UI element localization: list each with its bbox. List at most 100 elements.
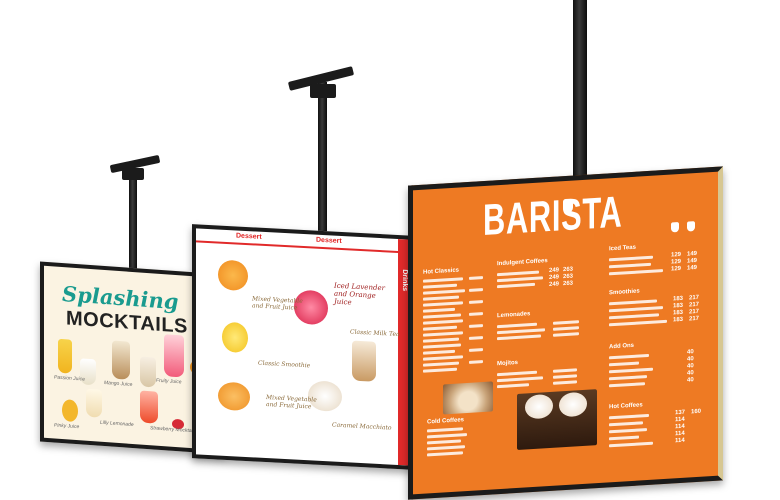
price: 137 xyxy=(675,409,686,417)
ceiling-pole-right xyxy=(573,0,587,186)
lemon-fruit xyxy=(222,321,248,354)
price: 114 xyxy=(675,416,685,424)
price: 129 xyxy=(671,258,682,266)
price: 114 xyxy=(675,437,685,445)
menu-line xyxy=(469,312,483,316)
menu-line xyxy=(553,332,579,337)
coffee-cup-icon xyxy=(671,222,679,233)
price: 149 xyxy=(687,264,698,272)
menu-line xyxy=(609,375,647,381)
section-add-ons: Add Ons xyxy=(609,342,634,351)
menu-line xyxy=(423,367,457,373)
price: 249 xyxy=(549,267,560,275)
drink-label: Lilly Lemonade xyxy=(100,419,134,429)
menu-line xyxy=(609,269,663,276)
price: 40 xyxy=(687,363,694,370)
bracket-left-mount xyxy=(122,168,144,180)
menu-line xyxy=(497,282,535,289)
section-indulgent-coffees: Indulgent Coffees xyxy=(497,258,548,268)
price: 217 xyxy=(689,315,700,323)
coffee-cup-icon xyxy=(563,198,573,214)
menu-line xyxy=(423,301,463,307)
menu-line xyxy=(609,361,639,367)
dessert-item: Caramel Macchiato xyxy=(332,421,392,432)
drinks-side-label: Drinks xyxy=(401,269,408,292)
dessert-header: Dessert xyxy=(236,232,262,241)
menu-line xyxy=(469,276,483,280)
menu-line xyxy=(553,374,577,379)
menu-line xyxy=(609,262,651,269)
menu-line xyxy=(609,382,645,388)
dessert-item: Iced Lavender and Orange Juice xyxy=(334,281,385,307)
menu-line xyxy=(497,322,537,329)
menu-line xyxy=(553,368,577,373)
menu-line xyxy=(609,306,663,313)
menu-line xyxy=(497,370,537,377)
ceiling-pole-left xyxy=(129,168,137,276)
menu-line xyxy=(609,421,643,427)
price: 129 xyxy=(671,251,682,259)
menu-line xyxy=(497,328,545,335)
price: 263 xyxy=(563,266,574,274)
menu-line xyxy=(497,276,543,283)
dessert-item: Mixed Vegetable and Fruit Juice xyxy=(266,394,317,411)
menu-line xyxy=(469,360,483,364)
price: 129 xyxy=(671,265,682,273)
menu-line xyxy=(553,380,577,385)
menu-line xyxy=(609,367,653,374)
menu-line xyxy=(609,353,649,360)
coffee-photo xyxy=(443,381,493,415)
menu-line xyxy=(423,319,463,325)
barista-screen: BARISTA Hot Classics Cold Coffees Indulg… xyxy=(408,166,723,500)
menu-line xyxy=(423,313,461,319)
section-hot-classics: Hot Classics xyxy=(423,267,460,276)
menu-line xyxy=(423,325,457,331)
coffee-cup-icon xyxy=(687,221,695,232)
section-mojitos: Mojitos xyxy=(497,359,518,368)
pineapple xyxy=(62,399,78,423)
drink-glass xyxy=(86,388,102,418)
price: 40 xyxy=(687,356,694,363)
menu-line xyxy=(497,270,539,277)
dessert-item: Classic Smoothie xyxy=(258,359,311,370)
menu-line xyxy=(609,299,657,306)
menu-line xyxy=(423,361,459,367)
price: 217 xyxy=(689,301,700,309)
price: 114 xyxy=(675,430,685,438)
menu-line xyxy=(469,288,483,292)
orange-fruit xyxy=(218,259,248,292)
menu-line xyxy=(469,324,483,328)
menu-line xyxy=(497,383,529,389)
price: 183 xyxy=(673,302,684,310)
drink-label: Pinky Juice xyxy=(54,422,80,431)
price: 114 xyxy=(675,423,685,431)
menu-line xyxy=(553,326,579,331)
price: 40 xyxy=(687,349,694,356)
section-lemonades: Lemonades xyxy=(497,311,531,320)
price: 40 xyxy=(687,377,694,384)
price: 217 xyxy=(689,308,700,316)
dessert-screen: Dessert Dessert Drinks Mixed Vegetable a… xyxy=(192,224,414,470)
menu-line xyxy=(423,355,463,361)
menu-line xyxy=(423,283,457,289)
section-hot-coffees: Hot Coffees xyxy=(609,402,643,411)
menu-line xyxy=(423,277,463,283)
menu-line xyxy=(469,300,483,304)
dessert-item: Classic Milk Tea xyxy=(350,328,400,339)
menu-line xyxy=(423,307,455,313)
menu-line xyxy=(553,320,579,325)
drink-label: Fruity Juice xyxy=(156,377,182,386)
menu-line xyxy=(427,439,461,445)
price: 217 xyxy=(689,294,700,302)
price: 149 xyxy=(687,257,698,265)
price: 183 xyxy=(673,309,684,317)
drink-glass xyxy=(58,338,72,374)
barista-title: BARISTA xyxy=(483,187,623,246)
drink-label: Passion Juice xyxy=(54,374,85,383)
menu-line xyxy=(609,255,653,262)
section-iced-teas: Iced Teas xyxy=(609,244,636,253)
menu-line xyxy=(609,319,667,327)
drink-glass xyxy=(140,356,156,388)
price: 249 xyxy=(549,274,560,282)
menu-line xyxy=(423,349,455,355)
